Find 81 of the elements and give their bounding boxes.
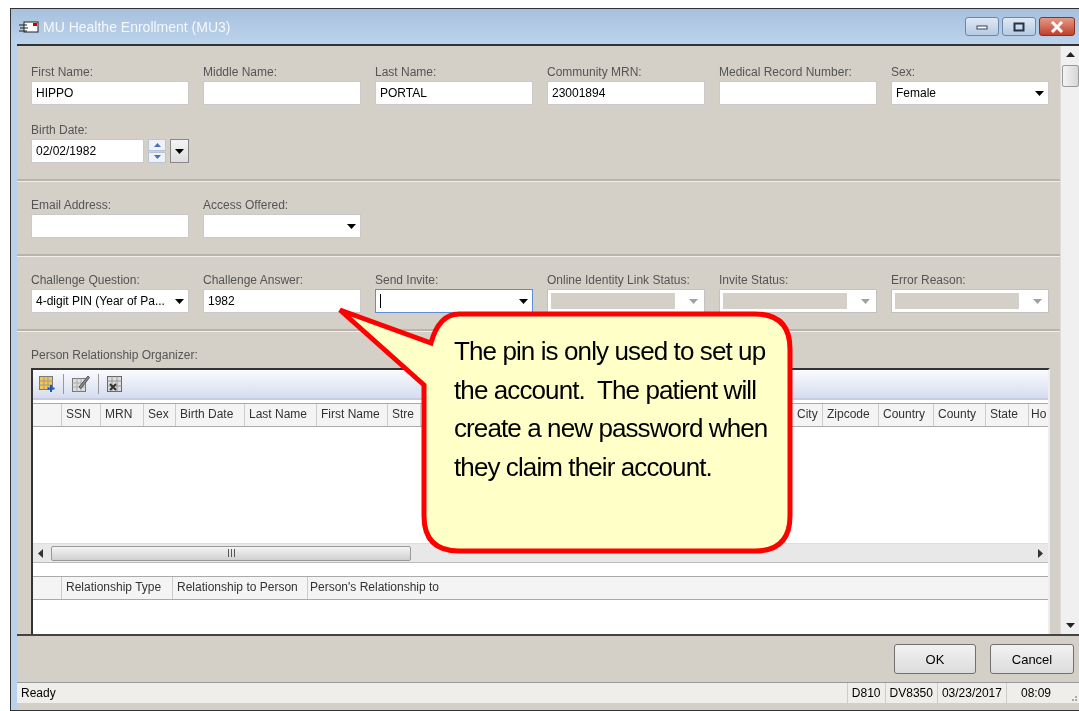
- field-label: Sex:: [891, 65, 916, 79]
- dropdown-field[interactable]: Female: [891, 81, 1049, 105]
- column-header[interactable]: Stre: [388, 404, 421, 426]
- column-header[interactable]: Zipcode: [823, 404, 879, 426]
- text-field[interactable]: [719, 81, 877, 105]
- field-label: Online Identity Link Status:: [547, 273, 691, 287]
- minimize-icon: [976, 23, 988, 30]
- edit-icon[interactable]: [72, 375, 90, 393]
- close-icon: [1050, 20, 1064, 33]
- scroll-down-icon[interactable]: [1065, 623, 1075, 628]
- column-header[interactable]: County: [934, 404, 986, 426]
- text-field[interactable]: [203, 81, 361, 105]
- column-header[interactable]: First Name: [317, 404, 388, 426]
- resize-grip-icon[interactable]: [1069, 693, 1077, 701]
- dialog-button[interactable]: Cancel: [990, 644, 1074, 674]
- scroll-up-icon[interactable]: [1065, 52, 1075, 57]
- maximize-button[interactable]: [1002, 17, 1036, 36]
- add-row-icon[interactable]: [39, 376, 55, 392]
- field-label: Email Address:: [31, 198, 113, 212]
- field-label: Challenge Answer:: [203, 273, 305, 287]
- caret-icon: [861, 298, 870, 304]
- dialog-button[interactable]: OK: [894, 644, 976, 674]
- column-header[interactable]: Person's Relationship to: [308, 577, 1048, 599]
- field-label: Send Invite:: [375, 273, 440, 287]
- field-label: Last Name:: [375, 65, 438, 79]
- text-field[interactable]: [31, 214, 189, 238]
- column-header[interactable]: Ho: [1029, 404, 1049, 426]
- field-label: First Name:: [31, 65, 94, 79]
- column-header[interactable]: MRN: [101, 404, 144, 426]
- caret-icon: [175, 298, 184, 304]
- app-icon: [19, 20, 39, 33]
- field-label: Error Reason:: [891, 273, 967, 287]
- caret-icon: [347, 223, 356, 229]
- scroll-thumb[interactable]: [1061, 65, 1079, 87]
- scroll-right-icon[interactable]: [1038, 548, 1043, 558]
- field-label: Challenge Question:: [31, 273, 141, 287]
- column-header[interactable]: Sex: [144, 404, 176, 426]
- dropdown-field[interactable]: [375, 289, 533, 313]
- caret-icon: [1033, 298, 1042, 304]
- column-header[interactable]: Relationship Type: [62, 577, 173, 599]
- field-label: Invite Status:: [719, 273, 790, 287]
- dropdown-field[interactable]: [203, 214, 361, 238]
- field-label: Community MRN:: [547, 65, 643, 79]
- column-header[interactable]: Relationship to Person: [173, 577, 308, 599]
- vertical-scrollbar[interactable]: [1060, 46, 1079, 634]
- status-item: 08:09: [1005, 683, 1065, 703]
- field-label: Middle Name:: [203, 65, 279, 79]
- column-header[interactable]: Birth Date: [176, 404, 245, 426]
- field-label: Birth Date:: [31, 123, 89, 137]
- maximize-icon: [1013, 21, 1025, 32]
- status-item: DV8350: [884, 683, 937, 703]
- date-field[interactable]: 02/02/1982: [31, 139, 144, 163]
- calendar-dropdown-button[interactable]: [170, 139, 189, 163]
- column-header[interactable]: Country: [879, 404, 934, 426]
- column-header[interactable]: City: [795, 404, 823, 426]
- delete-row-icon[interactable]: [107, 376, 123, 392]
- text-field[interactable]: 1982: [203, 289, 361, 313]
- scroll-left-icon[interactable]: [38, 548, 43, 558]
- column-header[interactable]: Last Name: [245, 404, 317, 426]
- caret-icon: [1035, 90, 1044, 96]
- caret-icon: [175, 148, 184, 154]
- field-label: Person Relationship Organizer:: [31, 348, 198, 362]
- text-field[interactable]: PORTAL: [375, 81, 533, 105]
- status-message: Ready: [20, 686, 57, 700]
- caret-icon: [519, 298, 528, 304]
- close-button[interactable]: [1039, 17, 1075, 36]
- field-label: Medical Record Number:: [719, 65, 853, 79]
- field-label: Access Offered:: [203, 198, 290, 212]
- column-header[interactable]: SSN: [62, 404, 101, 426]
- spinner[interactable]: [148, 139, 166, 163]
- dropdown-field[interactable]: 4-digit PIN (Year of Pa...: [31, 289, 189, 313]
- grip-icon: [227, 549, 235, 557]
- callout-text: The pin is only used to set up the account. The patient will create a new password when they claim their account.: [454, 335, 769, 484]
- text-field[interactable]: HIPPO: [31, 81, 189, 105]
- text-field[interactable]: 23001894: [547, 81, 705, 105]
- scroll-thumb[interactable]: [51, 545, 411, 561]
- status-item: 03/23/2017: [936, 683, 1006, 703]
- status-item: D810: [846, 683, 885, 703]
- window-title: MU Healthe Enrollment (MU3): [43, 18, 232, 35]
- column-header[interactable]: State: [986, 404, 1029, 426]
- caret-icon: [689, 298, 698, 304]
